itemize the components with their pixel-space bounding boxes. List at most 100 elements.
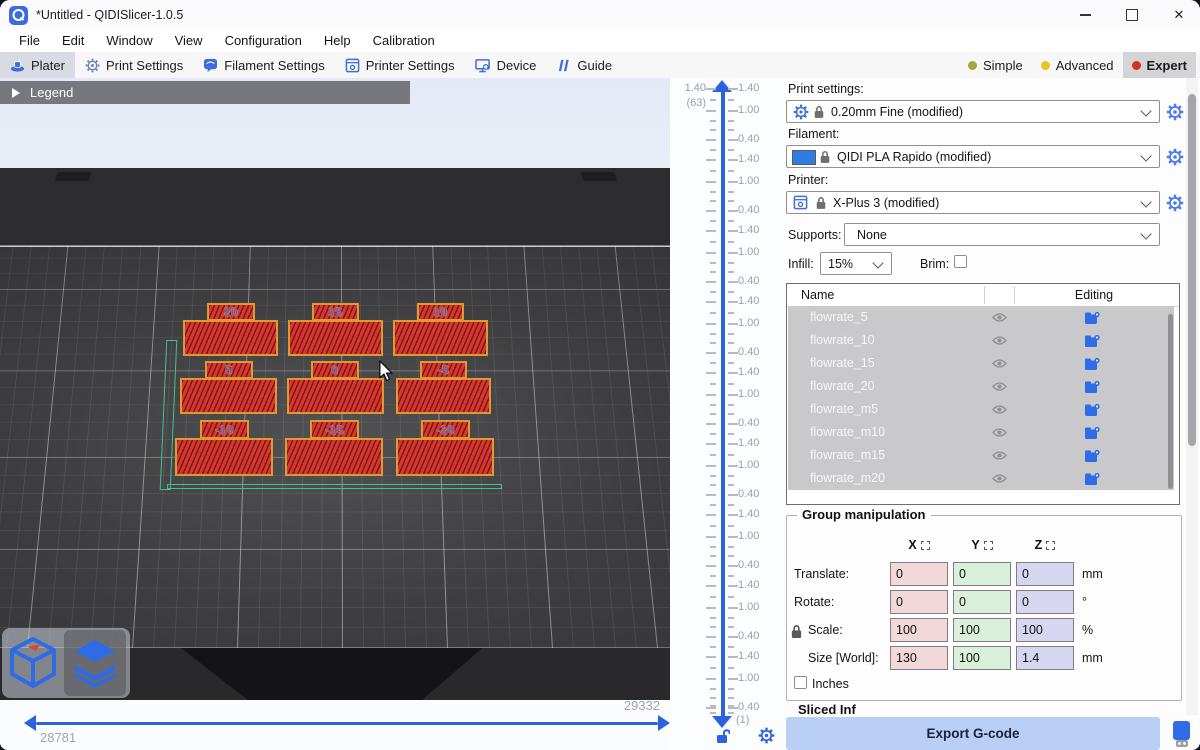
mode-expert[interactable]: Expert: [1123, 52, 1196, 78]
gm-translate-y-input[interactable]: [953, 562, 1011, 586]
export-gcode-button[interactable]: Export G-code: [786, 717, 1160, 750]
menu-help[interactable]: Help: [313, 30, 362, 52]
eye-visibility-icon[interactable]: [992, 335, 1007, 349]
eye-visibility-icon[interactable]: [992, 358, 1007, 372]
gm-size-world-x-input[interactable]: [890, 646, 948, 670]
object-list-row[interactable]: flowrate_15: [788, 352, 1174, 375]
object-list-row[interactable]: flowrate_m10: [788, 421, 1174, 444]
gm-scale-x-input[interactable]: [890, 618, 948, 642]
edit-object-icon[interactable]: [1085, 472, 1100, 489]
eye-visibility-icon[interactable]: [992, 427, 1007, 441]
gm-scale-z-input[interactable]: [1016, 618, 1074, 642]
menu-calibration[interactable]: Calibration: [362, 30, 446, 52]
title-bar[interactable]: *Untitled - QIDISlicer-1.0.5 ✕: [0, 0, 1200, 30]
flowrate-object-body[interactable]: [180, 378, 277, 414]
layer-slider-lock-icon[interactable]: [716, 728, 730, 744]
export-to-usb-button[interactable]: [1165, 717, 1199, 750]
object-list-row[interactable]: flowrate_m5: [788, 398, 1174, 421]
menu-configuration[interactable]: Configuration: [214, 30, 313, 52]
infill-combo[interactable]: 15%: [820, 252, 892, 275]
gm-size-world-y-input[interactable]: [953, 646, 1011, 670]
menu-file[interactable]: File: [8, 30, 51, 52]
maximize-button[interactable]: [1109, 0, 1155, 30]
flowrate-object-tab[interactable]: -15: [310, 420, 359, 439]
print-settings-gear-button[interactable]: [1166, 103, 1184, 121]
layer-slider-bottom-handle[interactable]: [712, 716, 732, 728]
tab-printer-settings[interactable]: Printer Settings: [335, 52, 465, 78]
close-button[interactable]: ✕: [1156, 0, 1200, 30]
menu-window[interactable]: Window: [95, 30, 163, 52]
object-list-row[interactable]: flowrate_5: [788, 306, 1174, 329]
tab-filament-settings[interactable]: Filament Settings: [193, 52, 334, 78]
flowrate-object-body[interactable]: [396, 438, 494, 476]
object-list-row[interactable]: flowrate_m15: [788, 444, 1174, 467]
edit-object-icon[interactable]: [1085, 426, 1100, 443]
edit-object-icon[interactable]: [1085, 311, 1100, 328]
viewport-3d[interactable]: 20 15 10 5 0 -5 -10 -15 -20 Legend: [0, 78, 670, 750]
edit-object-icon[interactable]: [1085, 449, 1100, 466]
gcode-slider-right-handle[interactable]: [658, 715, 670, 731]
flowrate-object-tab[interactable]: 0: [311, 361, 359, 379]
supports-combo[interactable]: None: [844, 223, 1160, 246]
flowrate-object-tab[interactable]: 15: [312, 303, 359, 321]
eye-visibility-icon[interactable]: [992, 404, 1007, 418]
tab-device[interactable]: Device: [465, 52, 547, 78]
tab-plater[interactable]: Plater: [0, 52, 75, 78]
object-list-scrollbar[interactable]: [1168, 314, 1173, 489]
gm-translate-x-input[interactable]: [890, 562, 948, 586]
gm-translate-z-input[interactable]: [1016, 562, 1074, 586]
flowrate-object-body[interactable]: [393, 320, 488, 356]
flowrate-object-tab[interactable]: 5: [205, 361, 253, 379]
flowrate-object-body[interactable]: [175, 438, 273, 476]
filament-gear-button[interactable]: [1166, 148, 1184, 166]
edit-object-icon[interactable]: [1085, 334, 1100, 351]
flowrate-object-tab[interactable]: -5: [420, 361, 467, 379]
flowrate-object-body[interactable]: [287, 378, 384, 414]
eye-visibility-icon[interactable]: [992, 312, 1007, 326]
flowrate-object-body[interactable]: [285, 438, 383, 476]
gm-size-world-z-input[interactable]: [1016, 646, 1074, 670]
print-settings-combo[interactable]: 0.20mm Fine (modified): [786, 100, 1160, 123]
brim-checkbox[interactable]: [954, 255, 967, 268]
object-list-row[interactable]: flowrate_10: [788, 329, 1174, 352]
edit-object-icon[interactable]: [1085, 403, 1100, 420]
mode-advanced[interactable]: Advanced: [1032, 52, 1123, 78]
layers-view-button[interactable]: [64, 630, 126, 696]
flowrate-object-body[interactable]: [288, 320, 383, 356]
filament-combo[interactable]: QIDI PLA Rapido (modified): [786, 145, 1160, 168]
panel-scrollbar[interactable]: [1186, 78, 1198, 715]
edit-object-icon[interactable]: [1085, 357, 1100, 374]
gcode-slider-left-handle[interactable]: [24, 715, 36, 731]
flowrate-object-tab[interactable]: 20: [207, 303, 255, 321]
flowrate-object-body[interactable]: [396, 378, 491, 414]
eye-visibility-icon[interactable]: [992, 473, 1007, 487]
flowrate-object-tab[interactable]: -20: [421, 420, 470, 439]
gcode-slider-track[interactable]: [36, 722, 658, 725]
layer-slider-track[interactable]: [721, 88, 725, 718]
mode-simple[interactable]: Simple: [959, 52, 1032, 78]
printer-gear-button[interactable]: [1166, 194, 1184, 212]
gm-rotate-x-input[interactable]: [890, 590, 948, 614]
object-list-row[interactable]: flowrate_20: [788, 375, 1174, 398]
flowrate-object-tab[interactable]: 10: [417, 303, 464, 321]
inches-checkbox[interactable]: [794, 676, 807, 689]
legend-bar[interactable]: Legend: [0, 81, 410, 104]
flowrate-object-body[interactable]: [183, 320, 278, 356]
3d-view-cube-icon[interactable]: [6, 634, 60, 692]
object-list-row[interactable]: flowrate_m20: [788, 467, 1174, 490]
gm-scale-y-input[interactable]: [953, 618, 1011, 642]
flowrate-object-tab[interactable]: -10: [200, 420, 249, 439]
menu-view[interactable]: View: [164, 30, 214, 52]
edit-object-icon[interactable]: [1085, 380, 1100, 397]
gm-rotate-y-input[interactable]: [953, 590, 1011, 614]
tab-print-settings[interactable]: Print Settings: [75, 52, 193, 78]
gm-rotate-z-input[interactable]: [1016, 590, 1074, 614]
eye-visibility-icon[interactable]: [992, 381, 1007, 395]
layer-slider-settings-gear-icon[interactable]: [758, 727, 775, 749]
panel-scrollbar-thumb[interactable]: [1188, 94, 1196, 446]
tab-guide[interactable]: Guide: [546, 52, 622, 78]
minimize-button[interactable]: [1062, 0, 1108, 30]
uniform-scale-lock-icon[interactable]: [790, 624, 803, 642]
menu-edit[interactable]: Edit: [51, 30, 95, 52]
eye-visibility-icon[interactable]: [992, 450, 1007, 464]
